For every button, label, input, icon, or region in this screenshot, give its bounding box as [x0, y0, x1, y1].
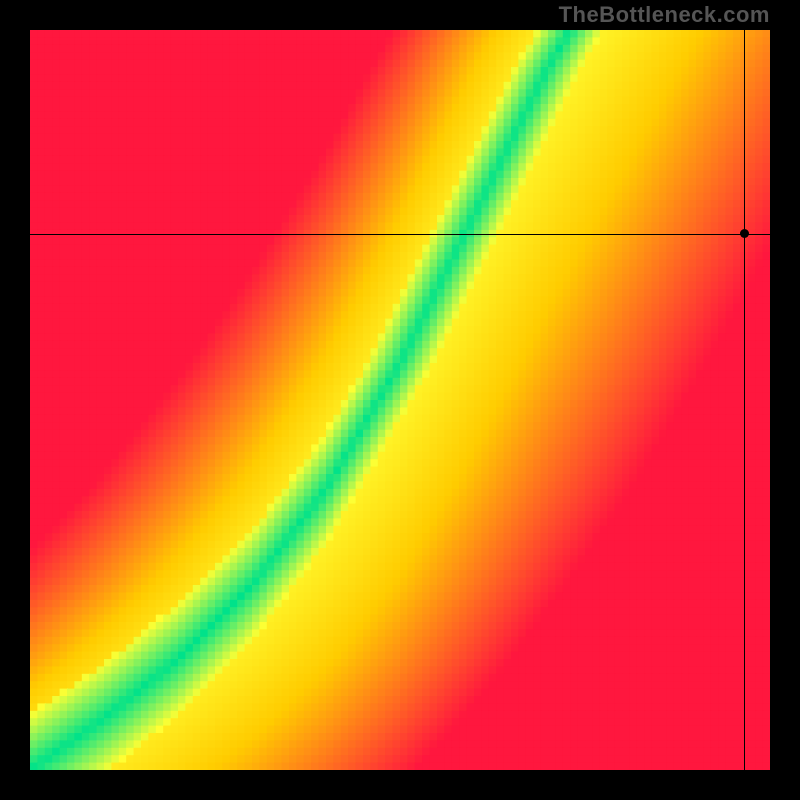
figure-container: TheBottleneck.com — [0, 0, 800, 800]
heatmap-canvas — [30, 30, 770, 770]
crosshair-horizontal — [30, 234, 770, 235]
heatmap-plot — [30, 30, 770, 770]
crosshair-vertical — [744, 30, 745, 770]
watermark-text: TheBottleneck.com — [559, 2, 770, 28]
marker-dot — [740, 229, 749, 238]
